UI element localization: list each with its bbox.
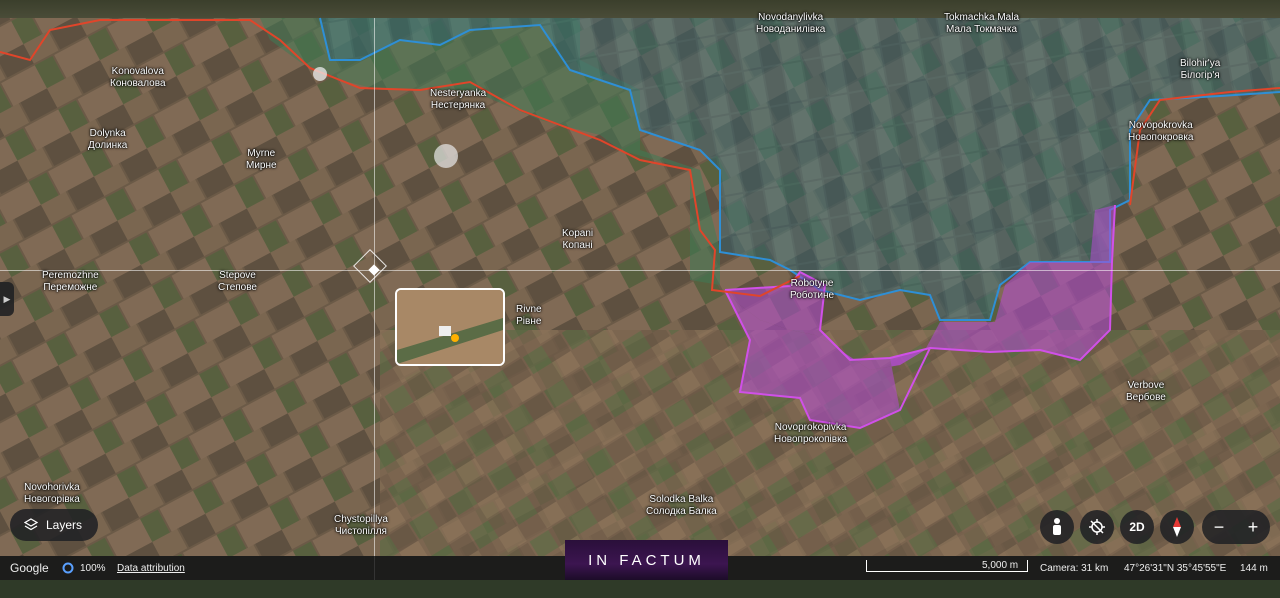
place-label: Novopokrovka Новопокровка (1128, 120, 1194, 143)
loading-ring-icon (62, 562, 74, 574)
zoom-out-button[interactable]: − (1214, 517, 1225, 538)
zoom-in-button[interactable]: + (1248, 517, 1259, 538)
place-label: Nesteryanka Нестерянка (430, 88, 487, 111)
chevron-right-icon: ▶ (3, 293, 11, 304)
loading-percent: 100% (80, 563, 106, 574)
place-label: Novoprokopivka Новопрокопівка (774, 422, 848, 445)
place-label: Tokmachka Mala Мала Токмачка (944, 12, 1020, 35)
location-disabled-icon (1089, 519, 1105, 535)
street-view-button[interactable] (1040, 510, 1074, 544)
bottom-frame (0, 580, 1280, 598)
place-label: Konovalova Коновалова (110, 66, 166, 89)
layers-label: Layers (46, 518, 83, 532)
place-label: Stepove Степове (218, 270, 257, 293)
place-label: Bilohir'ya Білогір'я (1180, 58, 1221, 81)
crosshair-horizontal (0, 270, 1280, 271)
place-label: Robotyne Роботине (790, 278, 835, 301)
place-label: Verbove Вербове (1126, 380, 1166, 403)
layers-button[interactable]: Layers (10, 509, 98, 541)
compass-button[interactable] (1160, 510, 1194, 544)
crosshair-vertical (374, 18, 375, 580)
2d-label: 2D (1129, 520, 1145, 534)
place-label: Rivne Рівне (516, 304, 542, 327)
2d-toggle-button[interactable]: 2D (1120, 510, 1154, 544)
in-factum-watermark: IN FACTUM (565, 540, 728, 580)
camera-altitude: Camera: 31 km (1040, 563, 1109, 574)
place-label: Chystopillya Чистопілля (334, 514, 388, 537)
recenter-button[interactable] (1080, 510, 1114, 544)
layers-icon (24, 518, 38, 531)
photo-image (397, 290, 503, 364)
place-label: Peremozhne Переможне (42, 270, 99, 293)
satellite-map[interactable] (0, 0, 1280, 598)
place-label: Solodka Balka Солодка Балка (646, 494, 717, 517)
photo-thumbnail[interactable] (395, 288, 505, 366)
place-label: Dolynka Долинка (88, 128, 128, 151)
place-label: Myrne Мирне (246, 148, 277, 171)
place-label: Kopani Копані (562, 228, 594, 251)
watermark-text: IN FACTUM (588, 551, 705, 569)
elevation: 144 m (1240, 563, 1268, 574)
pegman-icon (1053, 518, 1061, 535)
scale-label: 5,000 m (982, 560, 1019, 571)
side-panel-toggle[interactable]: ▶ (0, 282, 14, 316)
google-logo: Google (10, 561, 49, 575)
zoom-controls: − + (1202, 510, 1270, 544)
coordinates: 47°26'31"N 35°45'55"E (1124, 563, 1227, 574)
data-attribution-link[interactable]: Data attribution (117, 563, 185, 574)
place-label: Novodanylivka Новоданилівка (756, 12, 826, 35)
place-label: Novohorivka Новогорівка (24, 482, 80, 505)
compass-icon (1173, 517, 1181, 537)
